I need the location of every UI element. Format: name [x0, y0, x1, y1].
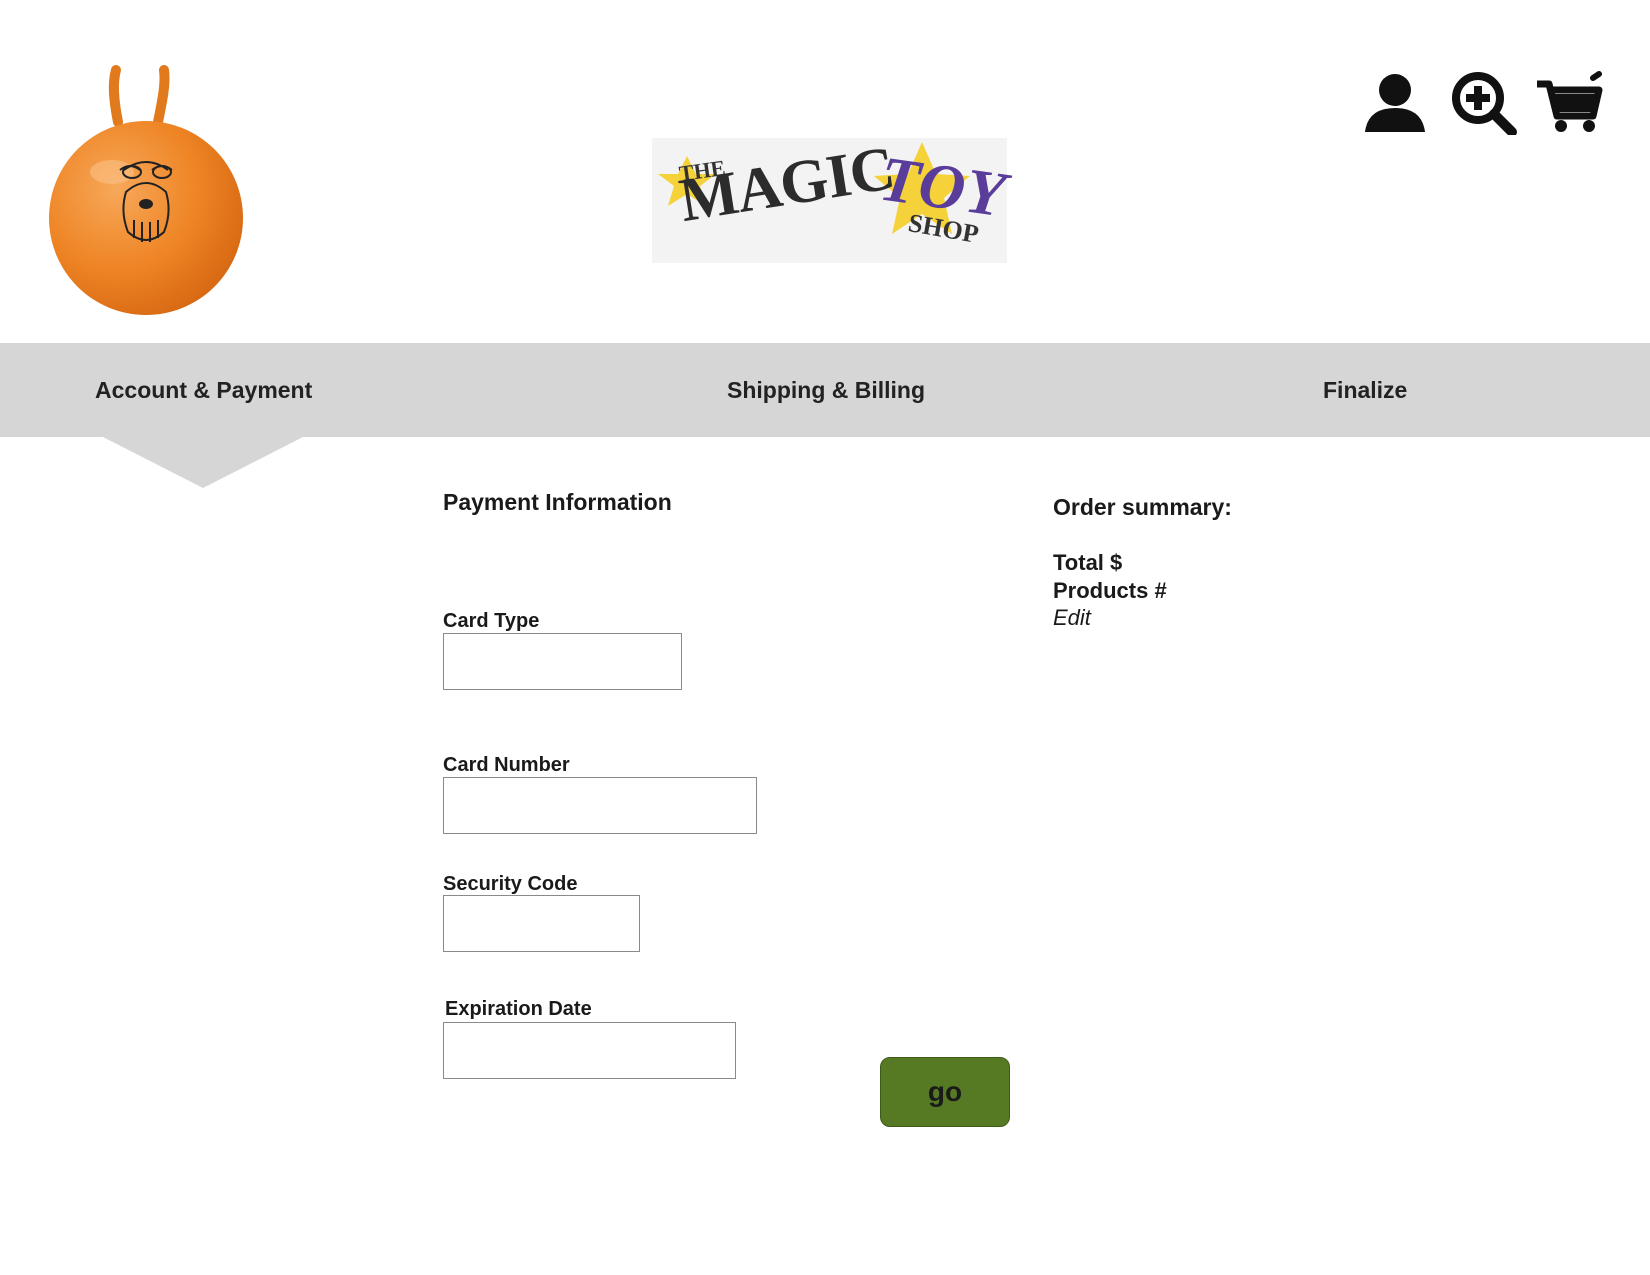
- cart-icon[interactable]: [1535, 70, 1605, 135]
- security-code-input[interactable]: [443, 895, 640, 952]
- card-type-label: Card Type: [443, 610, 540, 632]
- checkout-steps-bar: Account & Payment Shipping & Billing Fin…: [0, 343, 1650, 437]
- order-summary-heading: Order summary:: [1053, 494, 1232, 520]
- payment-information-heading: Payment Information: [443, 489, 672, 515]
- step-account-payment[interactable]: Account & Payment: [95, 343, 312, 437]
- search-icon[interactable]: [1450, 70, 1520, 137]
- expiration-date-label: Expiration Date: [445, 998, 592, 1020]
- expiration-date-input[interactable]: [443, 1022, 736, 1079]
- account-icon[interactable]: [1360, 70, 1430, 135]
- mascot-ball-image: [40, 62, 255, 322]
- step-finalize[interactable]: Finalize: [1323, 343, 1407, 437]
- card-number-label: Card Number: [443, 754, 570, 776]
- card-type-input[interactable]: [443, 633, 682, 690]
- security-code-label: Security Code: [443, 873, 578, 895]
- order-products-label: Products #: [1053, 578, 1167, 603]
- step-shipping-billing[interactable]: Shipping & Billing: [727, 343, 925, 437]
- edit-order-link[interactable]: Edit: [1053, 605, 1091, 631]
- card-number-input[interactable]: [443, 777, 757, 834]
- go-button[interactable]: go: [880, 1057, 1010, 1127]
- store-logo[interactable]: THE MAGIC TOY SHOP: [652, 134, 1011, 263]
- active-step-pointer: [103, 437, 303, 488]
- order-total-label: Total $: [1053, 550, 1123, 575]
